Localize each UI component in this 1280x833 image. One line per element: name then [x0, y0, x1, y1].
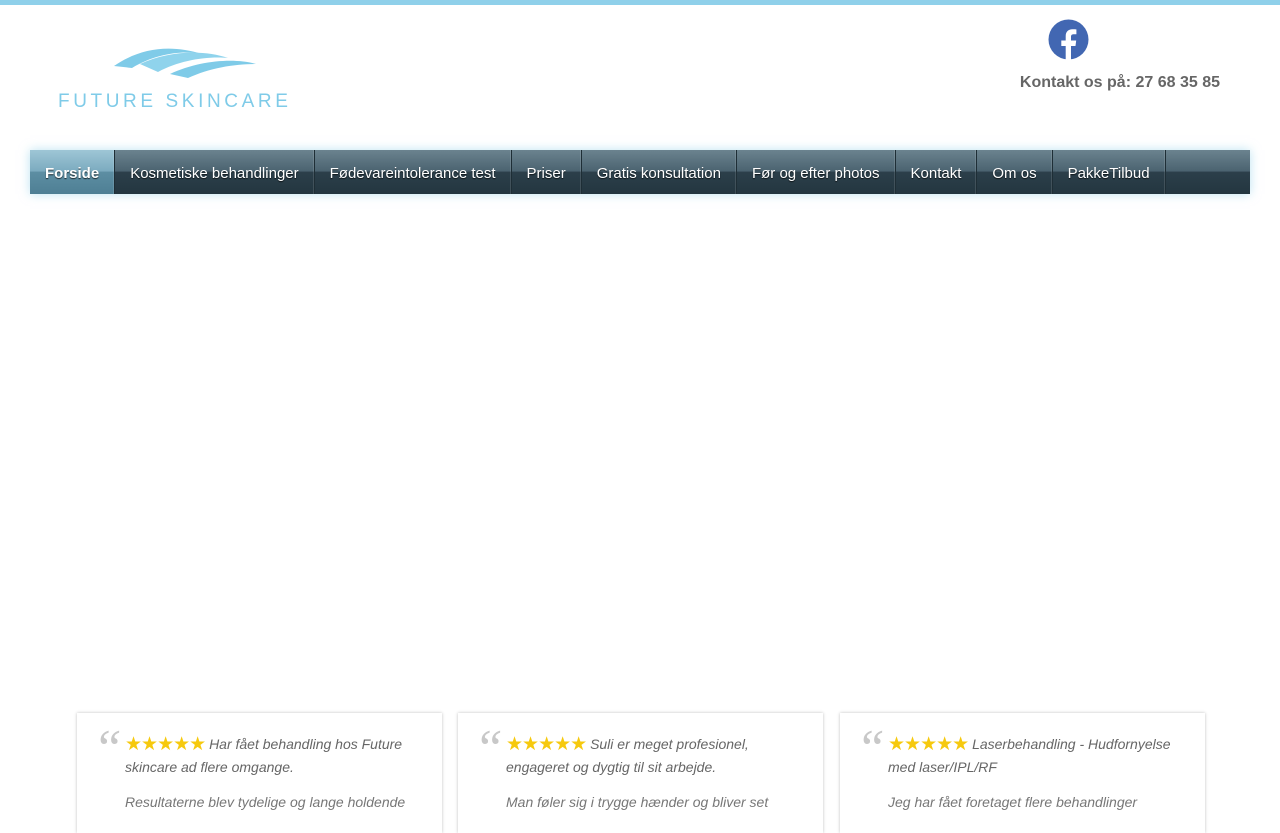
nav-item-foer-og-efter-photos[interactable]: Før og efter photos — [737, 150, 896, 194]
waves-logo-icon — [114, 48, 256, 78]
testimonial-more: Jeg har fået foretaget flere behandlinge… — [888, 794, 1138, 810]
testimonial-more: Resultaterne blev tydelige og lange hold… — [125, 794, 406, 810]
site-logo[interactable]: FUTURE SKINCARE — [58, 40, 328, 115]
nav-item-kontakt[interactable]: Kontakt — [896, 150, 978, 194]
quote-icon: “ — [474, 720, 503, 777]
testimonial-text: ★★★★★ Laserbehandling - Hudfornyelse med… — [888, 733, 1188, 778]
nav-item-om-os[interactable]: Om os — [977, 150, 1053, 194]
rating-stars-icon: ★★★★★ — [888, 734, 969, 755]
testimonial-card: “ ★★★★★ Suli er meget profesionel, engag… — [458, 713, 823, 833]
main-navigation: Forside Kosmetiske behandlinger Fødevare… — [30, 150, 1250, 194]
testimonial-card: “ ★★★★★ Har fået behandling hos Future s… — [77, 713, 442, 833]
top-accent-strip — [0, 0, 1280, 5]
rating-stars-icon: ★★★★★ — [125, 734, 206, 755]
nav-item-foedevareintolerance-test[interactable]: Fødevareintolerance test — [315, 150, 512, 194]
testimonial-card: “ ★★★★★ Laserbehandling - Hudfornyelse m… — [840, 713, 1205, 833]
facebook-icon — [1048, 19, 1089, 60]
nav-item-pakketilbud[interactable]: PakkeTilbud — [1053, 150, 1166, 194]
quote-icon: “ — [856, 720, 885, 777]
testimonial-text: ★★★★★ Suli er meget profesionel, engager… — [506, 733, 806, 778]
nav-item-kosmetiske-behandlinger[interactable]: Kosmetiske behandlinger — [115, 150, 315, 194]
rating-stars-icon: ★★★★★ — [506, 734, 587, 755]
testimonial-more: Man føler sig i trygge hænder og bliver … — [506, 794, 769, 810]
quote-icon: “ — [93, 720, 122, 777]
nav-item-priser[interactable]: Priser — [512, 150, 582, 194]
nav-item-gratis-konsultation[interactable]: Gratis konsultation — [582, 150, 737, 194]
testimonial-text: ★★★★★ Har fået behandling hos Future ski… — [125, 733, 425, 778]
nav-item-forside[interactable]: Forside — [30, 150, 116, 194]
facebook-link[interactable] — [1048, 19, 1089, 60]
contact-phone: Kontakt os på: 27 68 35 85 — [1019, 74, 1220, 91]
brand-name: FUTURE SKINCARE — [58, 91, 292, 112]
